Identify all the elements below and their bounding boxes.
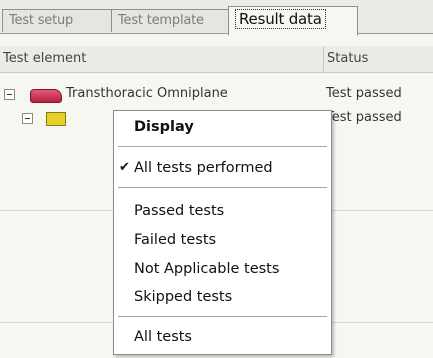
menu-item-not-applicable-tests[interactable]: Not Applicable tests xyxy=(114,257,331,281)
menu-separator xyxy=(118,316,327,318)
test-element-label: Transthoracic Omniplane xyxy=(66,86,228,101)
collapse-toggle-icon[interactable] xyxy=(4,89,15,100)
tab-test-setup[interactable]: Test setup xyxy=(2,9,118,32)
column-header-status[interactable]: Status xyxy=(324,46,433,72)
checkmark-icon: ✔ xyxy=(119,160,130,175)
menu-separator xyxy=(118,146,327,148)
context-menu: Display ✔ All tests performed Passed tes… xyxy=(113,110,332,355)
menu-item-all-tests[interactable]: All tests xyxy=(114,325,331,349)
menu-item-label: Skipped tests xyxy=(134,289,233,305)
menu-item-passed-tests[interactable]: Passed tests xyxy=(114,199,331,223)
collapse-toggle-icon[interactable] xyxy=(22,113,33,124)
menu-item-skipped-tests[interactable]: Skipped tests xyxy=(114,285,331,309)
test-element-icon xyxy=(46,112,66,126)
table-header: Test element Status xyxy=(0,46,433,73)
menu-item-label: Passed tests xyxy=(134,203,225,219)
menu-item-label: Not Applicable tests xyxy=(134,261,280,277)
tab-bar: Test setup Test template Result data xyxy=(0,0,433,36)
status-cell: Test passed xyxy=(326,86,402,101)
menu-item-failed-tests[interactable]: Failed tests xyxy=(114,228,331,252)
status-cell: Test passed xyxy=(326,110,402,125)
menu-item-label: All tests xyxy=(134,329,192,345)
tab-baseline xyxy=(0,33,433,34)
tab-result-data-label: Result data xyxy=(235,9,326,29)
probe-icon xyxy=(30,89,62,103)
tab-result-data[interactable]: Result data xyxy=(228,6,358,36)
column-header-test-element[interactable]: Test element xyxy=(0,46,324,72)
menu-item-label: Failed tests xyxy=(134,232,217,248)
menu-item-all-tests-performed[interactable]: ✔ All tests performed xyxy=(114,156,331,180)
menu-separator xyxy=(118,187,327,189)
menu-item-display[interactable]: Display xyxy=(114,115,331,139)
menu-item-label: Display xyxy=(134,119,194,135)
tab-test-template[interactable]: Test template xyxy=(111,9,234,32)
table-row[interactable]: Transthoracic Omniplane Test passed xyxy=(0,82,433,106)
menu-item-label: All tests performed xyxy=(134,160,273,176)
